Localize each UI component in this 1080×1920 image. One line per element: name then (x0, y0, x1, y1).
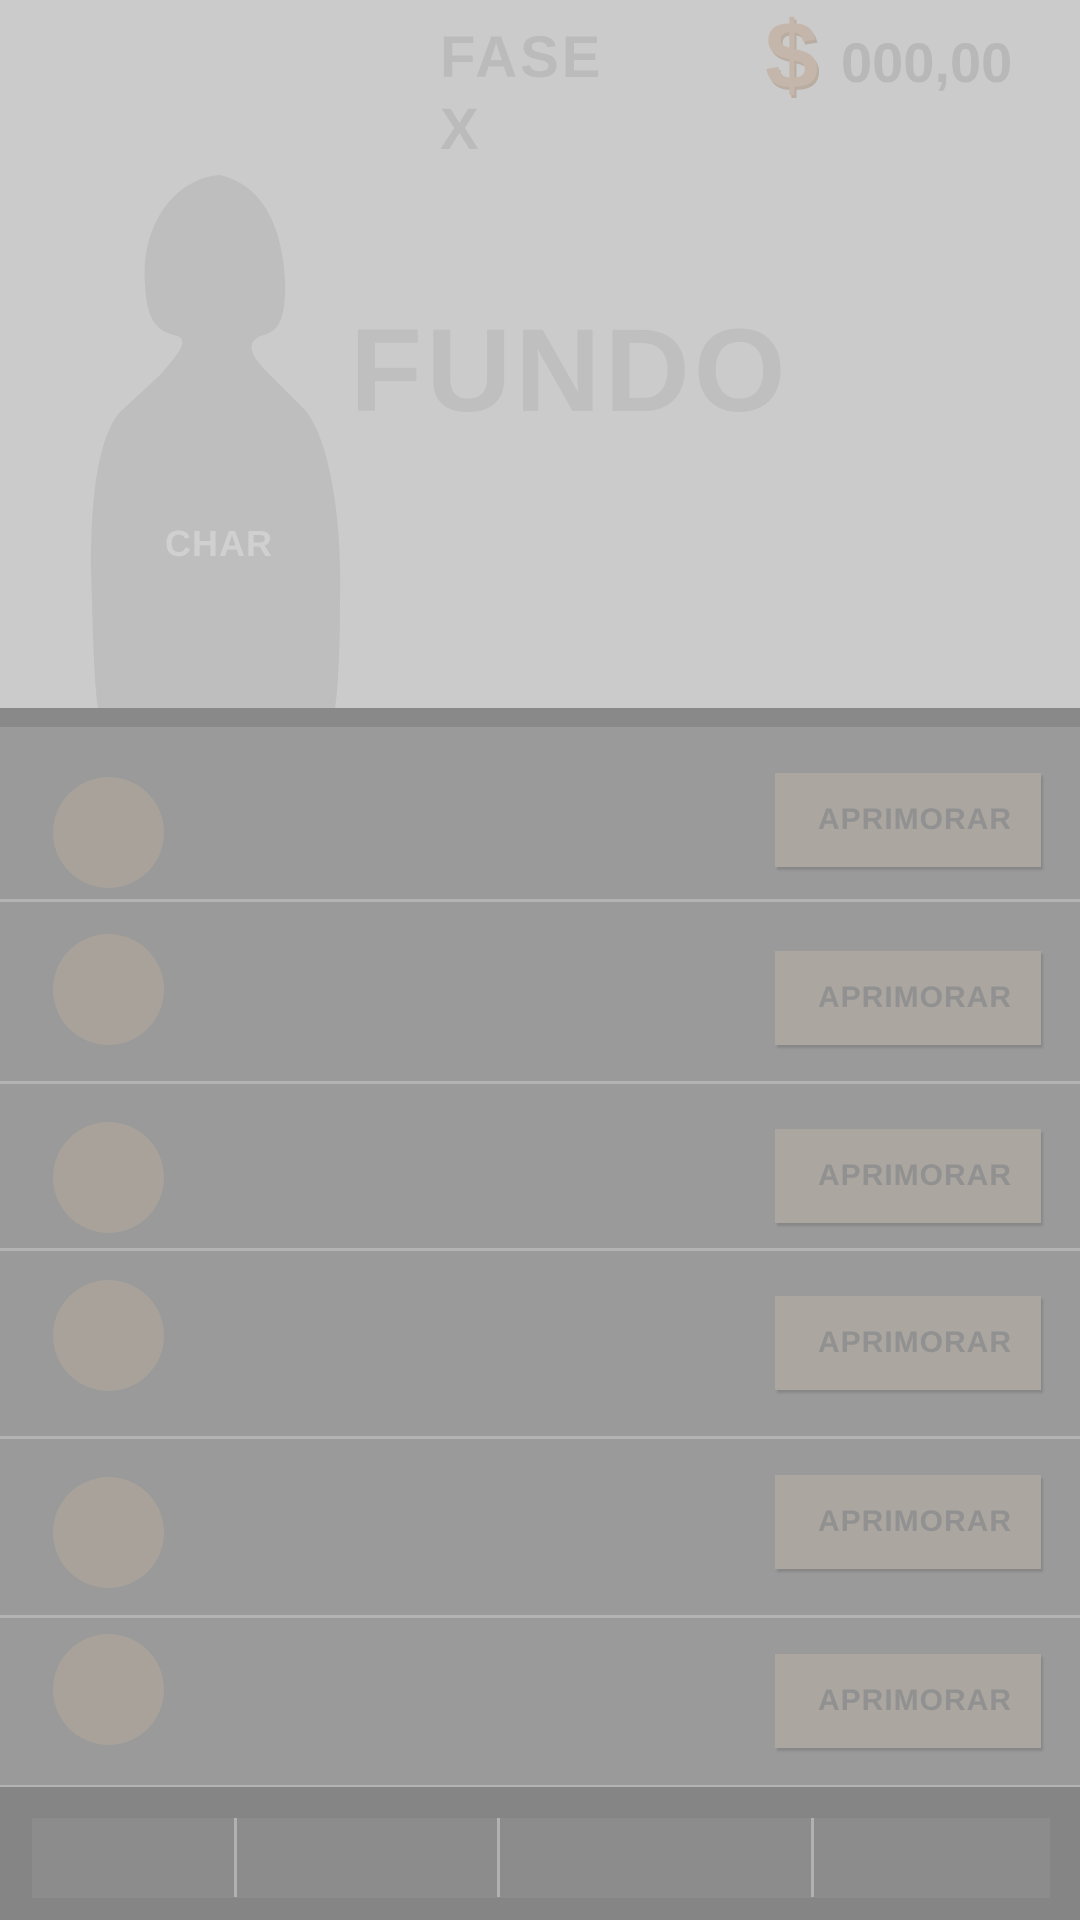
nav-divider (811, 1818, 814, 1897)
upgrade-item-icon (53, 1122, 164, 1233)
nav-tab-4[interactable] (815, 1818, 1050, 1898)
bottom-nav (32, 1818, 1050, 1898)
nav-divider (497, 1818, 500, 1897)
background-placeholder-label: FUNDO (350, 305, 790, 437)
upgrade-button[interactable]: APRIMORAR (775, 1475, 1041, 1569)
upgrade-row: APRIMORAR (0, 902, 1080, 1081)
nav-tab-3[interactable] (501, 1818, 812, 1898)
upgrade-item-icon (53, 1634, 164, 1745)
upgrade-row: APRIMORAR (0, 1084, 1080, 1248)
nav-tab-1[interactable] (32, 1818, 235, 1898)
dollar-icon: $ (765, 2, 819, 109)
character-placeholder-label: CHAR (165, 523, 273, 564)
upgrade-button[interactable]: APRIMORAR (775, 951, 1041, 1045)
panel-top-bar (0, 708, 1080, 727)
upgrade-button[interactable]: APRIMORAR (775, 1129, 1041, 1223)
upgrade-item-icon (53, 1280, 164, 1391)
upgrade-button[interactable]: APRIMORAR (775, 1654, 1041, 1748)
game-screen: FASE X $ 000,00 FUNDO CHAR APRIMORAR APR… (0, 0, 1080, 1920)
upgrade-item-icon (53, 1477, 164, 1588)
upgrade-row: APRIMORAR (0, 1439, 1080, 1615)
scene-area: FASE X $ 000,00 FUNDO CHAR (0, 0, 1080, 708)
upgrade-button[interactable]: APRIMORAR (775, 773, 1041, 867)
upgrade-row: APRIMORAR (0, 1251, 1080, 1436)
nav-divider (234, 1818, 237, 1897)
upgrade-row: APRIMORAR (0, 1618, 1080, 1785)
money-amount: 000,00 (841, 31, 1013, 94)
upgrade-button[interactable]: APRIMORAR (775, 1296, 1041, 1390)
phase-label: FASE X (440, 25, 604, 162)
upgrade-item-icon (53, 934, 164, 1045)
nav-tab-2[interactable] (238, 1818, 498, 1898)
upgrade-row: APRIMORAR (0, 727, 1080, 899)
upgrade-item-icon (53, 777, 164, 888)
upgrade-list[interactable]: APRIMORAR APRIMORAR APRIMORAR APRIMORAR … (0, 727, 1080, 1788)
